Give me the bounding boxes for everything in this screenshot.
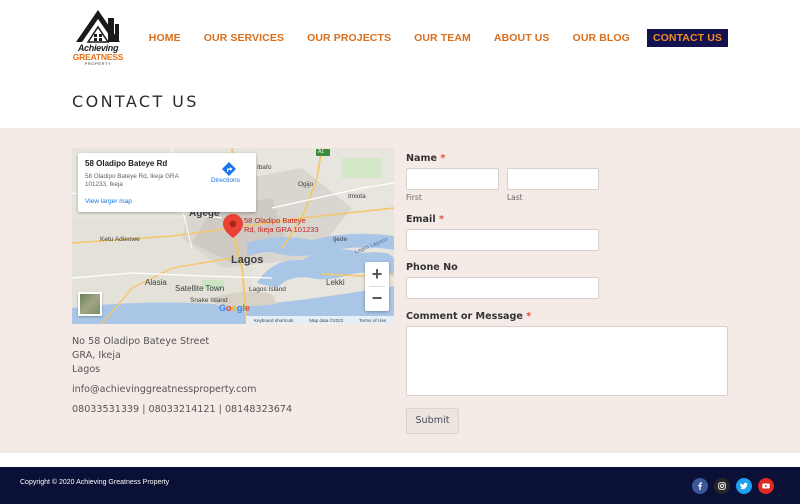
map-place-card: 58 Oladipo Bateye Rd 58 Oladipo Bateye R… (78, 153, 256, 212)
nav-our-team[interactable]: OUR TEAM (408, 29, 477, 47)
nav-contact-us[interactable]: CONTACT US (646, 29, 728, 47)
logo-text-property: PROPERTY (84, 61, 112, 66)
submit-button[interactable]: Submit (406, 408, 459, 434)
contact-email[interactable]: info@achievinggreatnessproperty.com (72, 384, 257, 395)
directions-link[interactable]: Directions (211, 177, 240, 184)
map-label-lagos-island: Lagos Island (249, 286, 286, 293)
phone-input[interactable] (406, 277, 599, 299)
terms-of-use-link[interactable]: Terms of Use (359, 318, 386, 323)
map-label-ketu: Ketu Adieowe (100, 236, 140, 243)
required-mark: * (526, 311, 532, 322)
map-label-alasia: Alasia (145, 278, 167, 287)
keyboard-shortcuts-link[interactable]: Keyboard shortcuts (254, 318, 294, 323)
map-label-ijede: Ijede (333, 236, 348, 243)
youtube-icon[interactable] (758, 478, 774, 494)
address-line-3: Lagos (72, 364, 101, 375)
instagram-icon[interactable] (714, 478, 730, 494)
satellite-toggle-button[interactable] (78, 292, 102, 316)
message-label: Comment or Message * (406, 311, 532, 322)
embedded-map[interactable]: A1 Ibafo Ogijo Imiota Agege 58 Oladipo B… (72, 148, 394, 324)
required-mark: * (440, 153, 446, 164)
main-nav: HOME OUR SERVICES OUR PROJECTS OUR TEAM … (132, 29, 728, 47)
message-textarea[interactable] (406, 326, 728, 396)
last-sublabel: Last (507, 193, 523, 202)
required-mark: * (438, 214, 444, 225)
zoom-out-button[interactable]: − (365, 286, 389, 310)
map-label-ibafo: Ibafo (257, 164, 272, 171)
page-title: CONTACT US (72, 92, 199, 111)
address-line-2: GRA, Ikeja (72, 350, 121, 361)
email-label: Email * (406, 214, 444, 225)
name-label: Name * (406, 153, 446, 164)
facebook-icon[interactable] (692, 478, 708, 494)
map-pin-label-1: 58 Oladipo Bateye (244, 216, 306, 225)
nav-our-blog[interactable]: OUR BLOG (567, 29, 636, 47)
map-label-lekki: Lekki (326, 278, 345, 287)
map-zoom-control: + − (365, 262, 389, 311)
map-label-ogijo: Ogijo (298, 181, 314, 188)
first-sublabel: First (406, 193, 422, 202)
email-input[interactable] (406, 229, 599, 251)
map-label-imiota: Imiota (348, 193, 366, 200)
map-place-address: 58 Oladipo Bateye Rd, Ikeja GRA 101233, … (85, 173, 179, 188)
directions-icon[interactable] (221, 161, 237, 177)
map-data-text: Map data ©2022 (309, 317, 344, 323)
twitter-icon[interactable] (736, 478, 752, 494)
last-name-input[interactable] (507, 168, 599, 190)
google-logo: Google (219, 303, 251, 313)
map-label-a1: A1 (318, 149, 325, 155)
map-pin-label-2: Rd, Ikeja GRA 101233 (244, 225, 319, 234)
nav-our-services[interactable]: OUR SERVICES (198, 29, 290, 47)
first-name-input[interactable] (406, 168, 499, 190)
map-place-title: 58 Oladipo Bateye Rd (85, 159, 168, 168)
copyright-text: Copyright © 2020 Achieving Greatness Pro… (20, 479, 170, 486)
nav-home[interactable]: HOME (143, 29, 187, 47)
view-larger-map-link[interactable]: View larger map (85, 198, 132, 205)
zoom-in-button[interactable]: + (365, 262, 389, 286)
contact-phones: 08033531339 | 08033214121 | 08148323674 (72, 404, 293, 415)
nav-about-us[interactable]: ABOUT US (488, 29, 556, 47)
map-label-satellite-town: Satellite Town (175, 284, 225, 293)
phone-label: Phone No (406, 262, 458, 273)
map-label-lagos: Lagos (231, 254, 264, 266)
address-line-1: No 58 Oladipo Bateye Street (72, 336, 210, 347)
map-attribution-bar: Keyboard shortcuts Map data ©2022 Terms … (246, 316, 394, 324)
nav-our-projects[interactable]: OUR PROJECTS (301, 29, 397, 47)
